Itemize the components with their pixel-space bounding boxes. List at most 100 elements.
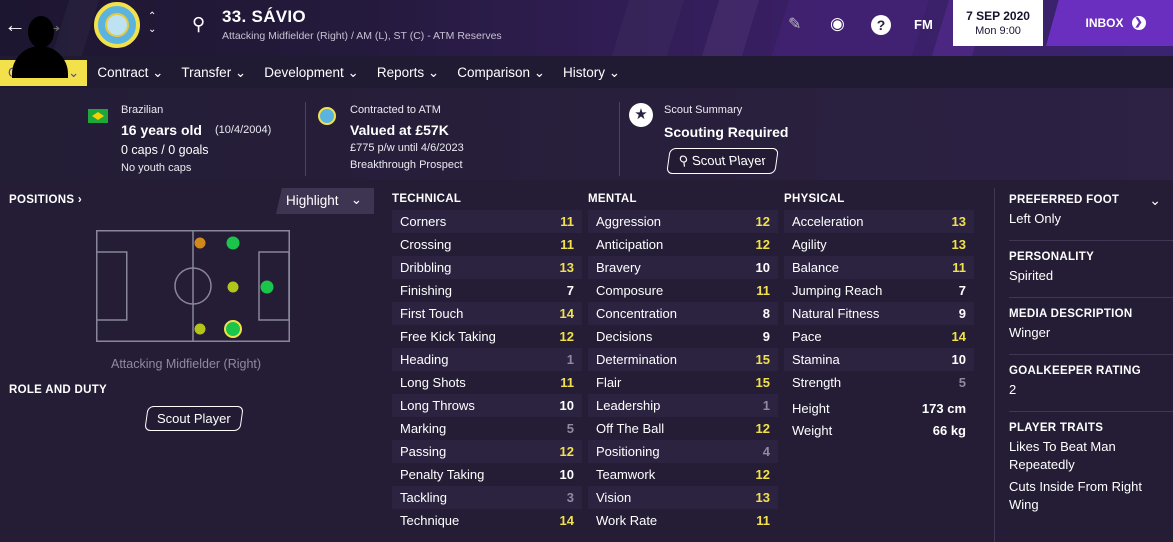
attribute-value: 1 (566, 352, 574, 367)
natural-position-label: Attacking Midfielder (Right) (111, 357, 262, 371)
attribute-row[interactable]: Natural Fitness 9 (784, 302, 974, 325)
technical-attributes: Corners 11 Crossing 11 Dribbling 13 Finishing 7… (392, 210, 582, 532)
attribute-value: 11 (560, 237, 574, 252)
attribute-value: 14 (951, 329, 966, 344)
attribute-name: Dribbling (400, 260, 452, 275)
attribute-row[interactable]: Pace 14 (784, 325, 974, 348)
position-dot-mr (194, 323, 206, 335)
attribute-row[interactable]: Off The Ball 12 (588, 417, 778, 440)
tab-comparison[interactable]: Comparison ⌄ (449, 60, 553, 86)
attribute-value: 14 (559, 306, 574, 321)
divider (305, 102, 306, 176)
attribute-row[interactable]: Passing 12 (392, 440, 582, 463)
attribute-value: 12 (755, 421, 770, 436)
attribute-row[interactable]: Technique 14 (392, 509, 582, 532)
attribute-row[interactable]: Determination 15 (588, 348, 778, 371)
attribute-row[interactable]: Decisions 9 (588, 325, 778, 348)
attribute-row[interactable]: Balance 11 (784, 256, 974, 279)
divider (1009, 354, 1173, 355)
attribute-row[interactable]: Strength 5 (784, 371, 974, 394)
player-trait: Cuts Inside From Right Wing (1009, 479, 1142, 512)
attribute-row[interactable]: Jumping Reach 7 (784, 279, 974, 302)
chevron-down-icon[interactable]: ⌄ (1149, 192, 1161, 209)
fm-menu-button[interactable]: FM (914, 17, 933, 32)
continue-date-box[interactable]: 7 SEP 2020 Mon 9:00 (953, 0, 1043, 46)
attribute-row[interactable]: Positioning 4 (588, 440, 778, 463)
inbox-button[interactable]: INBOX ❯ (1046, 0, 1173, 46)
positions-heading-text: POSITIONS (9, 194, 75, 206)
attribute-name: Vision (596, 490, 632, 505)
attribute-value: 8 (762, 306, 770, 321)
game-date: 7 SEP 2020 (966, 9, 1030, 23)
height-row: Height 173 cm (784, 397, 974, 420)
attribute-value: 3 (566, 490, 574, 505)
attribute-row[interactable]: Agility 13 (784, 233, 974, 256)
attribute-row[interactable]: Dribbling 13 (392, 256, 582, 279)
attribute-name: Marking (400, 421, 447, 436)
attribute-name: Technique (400, 513, 460, 528)
attribute-name: Stamina (792, 352, 840, 367)
attribute-name: Long Throws (400, 398, 475, 413)
attribute-value: 13 (951, 214, 966, 229)
attribute-row[interactable]: Bravery 10 (588, 256, 778, 279)
mental-heading: MENTAL (588, 193, 637, 205)
tab-development[interactable]: Development ⌄ (256, 60, 367, 86)
help-icon[interactable]: ? (871, 15, 891, 35)
attribute-row[interactable]: Penalty Taking 10 (392, 463, 582, 486)
attribute-value: 15 (755, 375, 770, 390)
attribute-name: Off The Ball (596, 421, 665, 436)
attribute-value: 7 (566, 283, 574, 298)
attribute-row[interactable]: Tackling 3 (392, 486, 582, 509)
personality-label: PERSONALITY (1009, 251, 1095, 263)
position-pitch (96, 230, 290, 342)
attribute-value: 1 (762, 398, 770, 413)
attribute-row[interactable]: Leadership 1 (588, 394, 778, 417)
highlight-dropdown[interactable]: Highlight ⌄ (276, 188, 374, 214)
tab-transfer[interactable]: Transfer ⌄ (173, 60, 254, 86)
tab-contract[interactable]: Contract ⌄ (89, 60, 171, 86)
attribute-value: 4 (762, 444, 770, 459)
attribute-row[interactable]: Teamwork 12 (588, 463, 778, 486)
position-dot-st (260, 280, 274, 294)
attribute-row[interactable]: First Touch 14 (392, 302, 582, 325)
attribute-value: 11 (756, 283, 770, 298)
attribute-row[interactable]: Acceleration 13 (784, 210, 974, 233)
attribute-row[interactable]: Composure 11 (588, 279, 778, 302)
globe-icon[interactable]: ◉ (830, 14, 845, 34)
attribute-name: Natural Fitness (792, 306, 880, 321)
search-icon[interactable]: ⚲ (192, 14, 205, 35)
attribute-row[interactable]: Free Kick Taking 12 (392, 325, 582, 348)
pencil-icon[interactable]: ✎ (788, 14, 801, 34)
tab-history[interactable]: History ⌄ (555, 60, 628, 86)
mental-attributes: Aggression 12 Anticipation 12 Bravery 10 Compo… (588, 210, 778, 532)
role-scout-player-button[interactable]: Scout Player (144, 406, 244, 431)
attribute-name: Penalty Taking (400, 467, 485, 482)
attribute-name: Pace (792, 329, 822, 344)
player-switch-icon[interactable]: ⌃ ⌄ (148, 10, 156, 36)
attribute-row[interactable]: Concentration 8 (588, 302, 778, 325)
weight-row: Weight 66 kg (784, 419, 974, 442)
chevron-right-icon: › (77, 194, 82, 206)
attribute-row[interactable]: Corners 11 (392, 210, 582, 233)
positions-heading[interactable]: POSITIONS › (9, 194, 82, 206)
attribute-row[interactable]: Long Shots 11 (392, 371, 582, 394)
position-dot-amr (224, 320, 242, 338)
scout-player-button[interactable]: ⚲ Scout Player (666, 148, 779, 174)
attribute-row[interactable]: Heading 1 (392, 348, 582, 371)
attribute-row[interactable]: Stamina 10 (784, 348, 974, 371)
attribute-row[interactable]: Finishing 7 (392, 279, 582, 302)
tab-reports[interactable]: Reports ⌄ (369, 60, 447, 86)
technical-heading: TECHNICAL (392, 193, 462, 205)
attribute-name: Anticipation (596, 237, 664, 252)
attribute-row[interactable]: Crossing 11 (392, 233, 582, 256)
attribute-row[interactable]: Flair 15 (588, 371, 778, 394)
chevron-down-icon: ⌄ (350, 192, 362, 207)
attribute-row[interactable]: Aggression 12 (588, 210, 778, 233)
attribute-row[interactable]: Vision 13 (588, 486, 778, 509)
attribute-row[interactable]: Long Throws 10 (392, 394, 582, 417)
attribute-row[interactable]: Anticipation 12 (588, 233, 778, 256)
attribute-row[interactable]: Marking 5 (392, 417, 582, 440)
personality-value: Spirited (1009, 268, 1054, 283)
attribute-row[interactable]: Work Rate 11 (588, 509, 778, 532)
attribute-name: Teamwork (596, 467, 656, 482)
